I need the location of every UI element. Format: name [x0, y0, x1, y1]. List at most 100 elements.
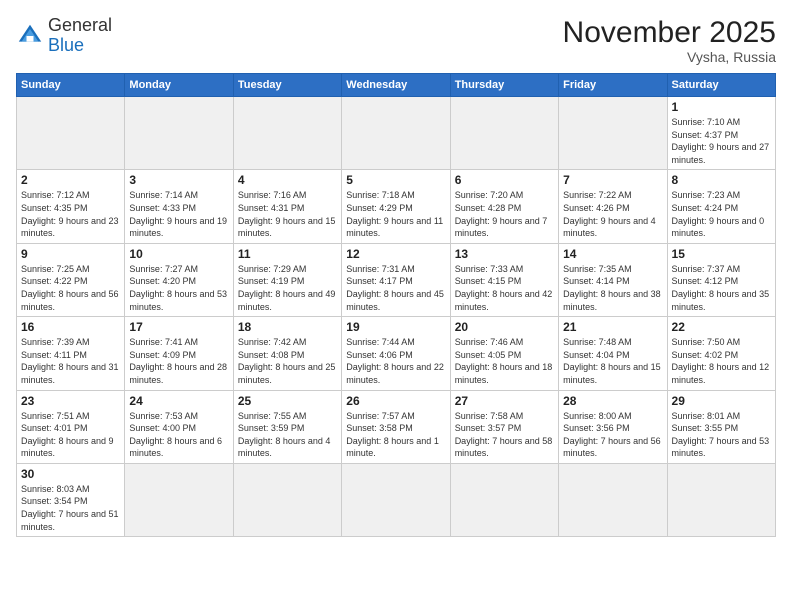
day-number: 12 — [346, 247, 445, 261]
day-info: Sunrise: 7:57 AMSunset: 3:58 PMDaylight:… — [346, 410, 445, 460]
day-info: Sunrise: 7:18 AMSunset: 4:29 PMDaylight:… — [346, 189, 445, 239]
calendar-cell: 27 Sunrise: 7:58 AMSunset: 3:57 PMDayligh… — [450, 390, 558, 463]
calendar-cell: 11Sunrise: 7:29 AMSunset: 4:19 PMDayligh… — [233, 243, 341, 316]
day-info: Sunrise: 7:10 AMSunset: 4:37 PMDaylight:… — [672, 116, 771, 166]
day-info: Sunrise: 7:39 AMSunset: 4:11 PMDaylight:… — [21, 336, 120, 386]
calendar-table: Sunday Monday Tuesday Wednesday Thursday… — [16, 73, 776, 537]
day-number: 20 — [455, 320, 554, 334]
calendar-cell — [125, 463, 233, 536]
day-number: 27 — [455, 394, 554, 408]
calendar-cell: 1Sunrise: 7:10 AMSunset: 4:37 PMDaylight… — [667, 97, 775, 170]
header-tuesday: Tuesday — [233, 74, 341, 97]
calendar-cell: 6Sunrise: 7:20 AMSunset: 4:28 PMDaylight… — [450, 170, 558, 243]
calendar-cell — [17, 97, 125, 170]
day-number: 4 — [238, 173, 337, 187]
calendar-cell — [667, 463, 775, 536]
calendar-week-row: 2Sunrise: 7:12 AMSunset: 4:35 PMDaylight… — [17, 170, 776, 243]
calendar-body: 1Sunrise: 7:10 AMSunset: 4:37 PMDaylight… — [17, 97, 776, 537]
calendar-cell: 4 Sunrise: 7:16 AMSunset: 4:31 PMDaylight… — [233, 170, 341, 243]
header-sunday: Sunday — [17, 74, 125, 97]
calendar-cell: 17 Sunrise: 7:41 AMSunset: 4:09 PMDayligh… — [125, 317, 233, 390]
day-info: Sunrise: 7:23 AMSunset: 4:24 PMDaylight:… — [672, 189, 771, 239]
day-info: Sunrise: 7:22 AMSunset: 4:26 PMDaylight:… — [563, 189, 662, 239]
day-info: Sunrise: 7:48 AMSunset: 4:04 PMDaylight:… — [563, 336, 662, 386]
calendar-cell: 20 Sunrise: 7:46 AMSunset: 4:05 PMDayligh… — [450, 317, 558, 390]
logo-blue-text: Blue — [48, 35, 84, 55]
header-friday: Friday — [559, 74, 667, 97]
day-info: Sunrise: 7:31 AMSunset: 4:17 PMDaylight:… — [346, 263, 445, 313]
day-number: 18 — [238, 320, 337, 334]
day-number: 15 — [672, 247, 771, 261]
calendar-cell: 25Sunrise: 7:55 AMSunset: 3:59 PMDayligh… — [233, 390, 341, 463]
logo-text: GeneralBlue — [48, 16, 112, 56]
calendar-cell — [125, 97, 233, 170]
day-number: 29 — [672, 394, 771, 408]
calendar-cell — [342, 97, 450, 170]
day-number: 16 — [21, 320, 120, 334]
calendar-cell: 14 Sunrise: 7:35 AMSunset: 4:14 PMDayligh… — [559, 243, 667, 316]
calendar-cell: 29 Sunrise: 8:01 AMSunset: 3:55 PMDayligh… — [667, 390, 775, 463]
day-number: 8 — [672, 173, 771, 187]
day-number: 7 — [563, 173, 662, 187]
calendar-cell: 12 Sunrise: 7:31 AMSunset: 4:17 PMDayligh… — [342, 243, 450, 316]
day-info: Sunrise: 7:35 AMSunset: 4:14 PMDaylight:… — [563, 263, 662, 313]
day-info: Sunrise: 8:00 AMSunset: 3:56 PMDaylight:… — [563, 410, 662, 460]
calendar-week-row: 30 Sunrise: 8:03 AMSunset: 3:54 PMDayligh… — [17, 463, 776, 536]
logo-icon — [16, 22, 44, 50]
calendar-cell: 18 Sunrise: 7:42 AMSunset: 4:08 PMDayligh… — [233, 317, 341, 390]
day-info: Sunrise: 7:55 AMSunset: 3:59 PMDaylight:… — [238, 410, 337, 460]
calendar-cell: 21 Sunrise: 7:48 AMSunset: 4:04 PMDayligh… — [559, 317, 667, 390]
calendar-cell: 30 Sunrise: 8:03 AMSunset: 3:54 PMDayligh… — [17, 463, 125, 536]
day-info: Sunrise: 7:58 AMSunset: 3:57 PMDaylight:… — [455, 410, 554, 460]
day-info: Sunrise: 8:03 AMSunset: 3:54 PMDaylight:… — [21, 483, 120, 533]
calendar-cell: 26 Sunrise: 7:57 AMSunset: 3:58 PMDayligh… — [342, 390, 450, 463]
calendar-week-row: 9Sunrise: 7:25 AMSunset: 4:22 PMDaylight… — [17, 243, 776, 316]
calendar-cell — [233, 463, 341, 536]
calendar-cell: 24 Sunrise: 7:53 AMSunset: 4:00 PMDayligh… — [125, 390, 233, 463]
header: GeneralBlue November 2025 Vysha, Russia — [16, 16, 776, 65]
month-year-title: November 2025 — [563, 16, 776, 49]
header-thursday: Thursday — [450, 74, 558, 97]
day-info: Sunrise: 7:42 AMSunset: 4:08 PMDaylight:… — [238, 336, 337, 386]
calendar-cell: 16 Sunrise: 7:39 AMSunset: 4:11 PMDayligh… — [17, 317, 125, 390]
page: GeneralBlue November 2025 Vysha, Russia … — [0, 0, 792, 612]
day-info: Sunrise: 7:14 AMSunset: 4:33 PMDaylight:… — [129, 189, 228, 239]
calendar-cell: 5Sunrise: 7:18 AMSunset: 4:29 PMDaylight… — [342, 170, 450, 243]
calendar-cell — [450, 463, 558, 536]
logo: GeneralBlue — [16, 16, 112, 56]
day-number: 2 — [21, 173, 120, 187]
calendar-cell: 28 Sunrise: 8:00 AMSunset: 3:56 PMDayligh… — [559, 390, 667, 463]
day-number: 28 — [563, 394, 662, 408]
calendar-cell — [450, 97, 558, 170]
day-number: 22 — [672, 320, 771, 334]
header-monday: Monday — [125, 74, 233, 97]
day-info: Sunrise: 7:16 AMSunset: 4:31 PMDaylight:… — [238, 189, 337, 239]
calendar-cell — [559, 463, 667, 536]
calendar-cell: 19 Sunrise: 7:44 AMSunset: 4:06 PMDayligh… — [342, 317, 450, 390]
calendar-cell: 3 Sunrise: 7:14 AMSunset: 4:33 PMDaylight… — [125, 170, 233, 243]
day-info: Sunrise: 7:46 AMSunset: 4:05 PMDaylight:… — [455, 336, 554, 386]
day-info: Sunrise: 7:25 AMSunset: 4:22 PMDaylight:… — [21, 263, 120, 313]
day-info: Sunrise: 7:53 AMSunset: 4:00 PMDaylight:… — [129, 410, 228, 460]
day-number: 24 — [129, 394, 228, 408]
day-info: Sunrise: 7:44 AMSunset: 4:06 PMDaylight:… — [346, 336, 445, 386]
day-info: Sunrise: 8:01 AMSunset: 3:55 PMDaylight:… — [672, 410, 771, 460]
day-number: 10 — [129, 247, 228, 261]
day-info: Sunrise: 7:41 AMSunset: 4:09 PMDaylight:… — [129, 336, 228, 386]
calendar-cell: 8 Sunrise: 7:23 AMSunset: 4:24 PMDaylight… — [667, 170, 775, 243]
calendar-week-row: 16 Sunrise: 7:39 AMSunset: 4:11 PMDayligh… — [17, 317, 776, 390]
calendar-week-row: 1Sunrise: 7:10 AMSunset: 4:37 PMDaylight… — [17, 97, 776, 170]
day-number: 14 — [563, 247, 662, 261]
day-number: 17 — [129, 320, 228, 334]
day-number: 3 — [129, 173, 228, 187]
day-number: 19 — [346, 320, 445, 334]
calendar-cell: 7 Sunrise: 7:22 AMSunset: 4:26 PMDaylight… — [559, 170, 667, 243]
day-info: Sunrise: 7:37 AMSunset: 4:12 PMDaylight:… — [672, 263, 771, 313]
day-info: Sunrise: 7:27 AMSunset: 4:20 PMDaylight:… — [129, 263, 228, 313]
location-subtitle: Vysha, Russia — [563, 49, 776, 65]
day-number: 6 — [455, 173, 554, 187]
title-area: November 2025 Vysha, Russia — [563, 16, 776, 65]
day-number: 26 — [346, 394, 445, 408]
day-number: 30 — [21, 467, 120, 481]
day-number: 21 — [563, 320, 662, 334]
